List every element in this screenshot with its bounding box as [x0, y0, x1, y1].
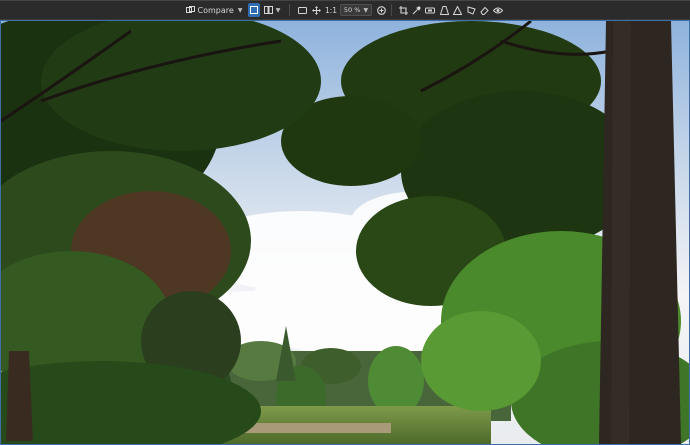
eraser-button[interactable]: [479, 3, 489, 17]
perspective-icon: [439, 5, 449, 15]
toolbar-divider: [391, 4, 392, 16]
move-icon: [311, 5, 321, 15]
actual-size-button[interactable]: 1:1: [324, 3, 338, 17]
shape-icon: [452, 5, 462, 15]
level-icon: [425, 7, 435, 14]
chevron-down-icon: ▼: [237, 6, 243, 14]
color-picker-button[interactable]: [411, 3, 421, 17]
split-view-icon: [263, 6, 273, 14]
polygon-icon: [467, 5, 476, 15]
crop-button[interactable]: [398, 3, 408, 17]
top-toolbar: Compare ▼ ▼ 1:1 50 % ▼: [0, 0, 690, 20]
single-view-button[interactable]: [248, 3, 260, 17]
chevron-down-icon: ▼: [363, 6, 369, 14]
level-button[interactable]: [424, 3, 436, 17]
eraser-icon: [479, 6, 489, 15]
toolbar-top-border: [0, 0, 690, 1]
toolbar-divider: [289, 4, 290, 16]
chevron-down-icon: ▼: [275, 6, 281, 14]
compare-button[interactable]: Compare ▼: [184, 3, 244, 17]
toggle-preview-button[interactable]: [492, 3, 504, 17]
zoom-select[interactable]: 50 % ▼: [340, 4, 372, 16]
single-view-icon: [250, 6, 258, 14]
color-picker-icon: [412, 5, 421, 15]
frame-icon: [297, 6, 307, 14]
crop-icon: [398, 5, 408, 15]
frame-button[interactable]: [296, 3, 308, 17]
compare-label: Compare: [197, 5, 234, 15]
split-view-button[interactable]: ▼: [262, 3, 282, 17]
eye-icon: [493, 7, 503, 14]
zoom-value: 50 %: [343, 6, 361, 14]
image-canvas[interactable]: [0, 20, 690, 445]
move-button[interactable]: [310, 3, 322, 17]
zoom-in-button[interactable]: [375, 3, 387, 17]
perspective-button[interactable]: [439, 3, 449, 17]
zoom-in-icon: [376, 5, 386, 15]
shape-button[interactable]: [452, 3, 462, 17]
compare-icon: [185, 6, 195, 14]
landscape-photo: [1, 21, 689, 444]
polygon-button[interactable]: [466, 3, 476, 17]
